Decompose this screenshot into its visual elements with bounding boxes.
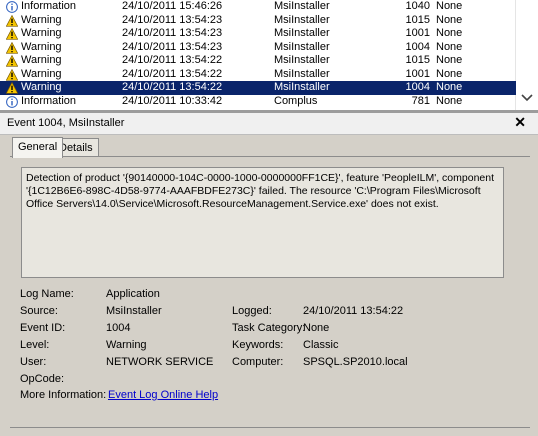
event-level: Warning [21,54,62,66]
warning-icon [6,82,18,94]
level-value: Warning [106,339,147,351]
event-id: 1015 [405,13,430,26]
event-task-category: None [436,40,463,53]
warning-icon [6,68,18,81]
user-value: NETWORK SERVICE [106,356,214,368]
detail-panel: General Details Detection of product '{9… [0,135,538,436]
info-icon [6,95,18,108]
event-datetime: 24/10/2011 13:54:22 [122,54,223,66]
warning-icon [6,55,18,67]
event-source: MsiInstaller [274,81,330,93]
detail-header: Event 1004, MsiInstaller ✕ [0,113,538,135]
event-task-category: None [436,94,463,107]
event-id: 1001 [405,27,430,39]
vertical-scrollbar[interactable] [515,0,538,110]
info-icon [6,1,18,13]
detail-title: Event 1004, MsiInstaller [7,117,125,129]
tab-general[interactable]: General [12,137,64,158]
event-datetime: 24/10/2011 13:54:23 [122,40,223,53]
event-row[interactable]: Warning 24/10/2011 13:54:23 MsiInstaller 10… [0,14,516,28]
event-id: 1004 [405,40,430,53]
event-task-category: None [436,27,463,39]
event-task-category: None [436,13,463,26]
event-row[interactable]: Warning 24/10/2011 13:54:23 MsiInstaller 10… [0,27,516,41]
computer-value: SPSQL.SP2010.local [303,356,408,368]
event-source: MsiInstaller [274,13,330,26]
log-name-value: Application [106,288,160,300]
warning-icon [6,28,18,40]
task-category-label: Task Category: [232,322,306,334]
source-label: Source: [20,305,58,317]
event-source: MsiInstaller [274,40,330,53]
event-description[interactable]: Detection of product '{90140000-104C-000… [21,167,504,278]
event-datetime: 24/10/2011 13:54:23 [122,27,223,39]
event-id: 1040 [405,0,430,12]
event-datetime: 24/10/2011 13:54:22 [122,81,223,93]
scroll-down-arrow-icon[interactable] [521,94,533,102]
event-source: Complus [274,94,318,107]
source-value: MsiInstaller [106,305,162,317]
event-level: Information [21,94,77,107]
event-id: 781 [411,94,430,107]
event-row[interactable]: Warning 24/10/2011 13:54:22 MsiInstaller 10… [0,81,516,95]
event-level: Warning [21,67,62,80]
tab-divider [10,156,530,157]
event-id: 1004 [405,81,430,93]
event-log-help-link[interactable]: Event Log Online Help [108,389,218,401]
event-task-category: None [436,81,463,93]
event-datetime: 24/10/2011 13:54:23 [122,13,223,26]
event-level: Warning [21,40,62,53]
event-datetime: 24/10/2011 13:54:22 [122,67,223,80]
keywords-value: Classic [303,339,339,351]
warning-icon [6,41,18,54]
event-row[interactable]: Information 24/10/2011 15:46:26 MsiInstall… [0,0,516,14]
event-task-category: None [436,54,463,66]
keywords-label: Keywords: [232,339,284,351]
bottom-border [10,427,530,428]
event-source: MsiInstaller [274,0,330,12]
event-task-category: None [436,67,463,80]
log-name-label: Log Name: [20,288,74,300]
computer-label: Computer: [232,356,284,368]
event-list[interactable]: Information 24/10/2011 15:46:26 MsiInstall… [0,0,538,110]
warning-icon [6,14,18,27]
event-row[interactable]: Information 24/10/2011 10:33:42 Complus 781… [0,95,516,109]
more-info-label: More Information: [20,389,107,401]
event-id-label: Event ID: [20,322,66,334]
close-icon[interactable]: ✕ [514,114,526,131]
event-datetime: 24/10/2011 10:33:42 [122,94,223,107]
level-label: Level: [20,339,50,351]
event-source: MsiInstaller [274,67,330,80]
event-level: Warning [21,81,62,93]
event-task-category: None [436,0,463,12]
task-category-value: None [303,322,330,334]
event-source: MsiInstaller [274,54,330,66]
event-level: Warning [21,27,62,39]
event-row[interactable]: Warning 24/10/2011 13:54:22 MsiInstaller 10… [0,54,516,68]
event-row[interactable]: Warning 24/10/2011 13:54:23 MsiInstaller 10… [0,41,516,55]
event-datetime: 24/10/2011 15:46:26 [122,0,223,12]
event-id-value: 1004 [106,322,131,334]
event-level: Warning [21,13,62,26]
event-level: Information [21,0,77,12]
event-source: MsiInstaller [274,27,330,39]
logged-value: 24/10/2011 13:54:22 [303,305,404,317]
opcode-label: OpCode: [20,373,65,385]
user-label: User: [20,356,47,368]
event-id: 1015 [405,54,430,66]
event-row[interactable]: Warning 24/10/2011 13:54:22 MsiInstaller 10… [0,68,516,82]
event-id: 1001 [405,67,430,80]
logged-label: Logged: [232,305,272,317]
